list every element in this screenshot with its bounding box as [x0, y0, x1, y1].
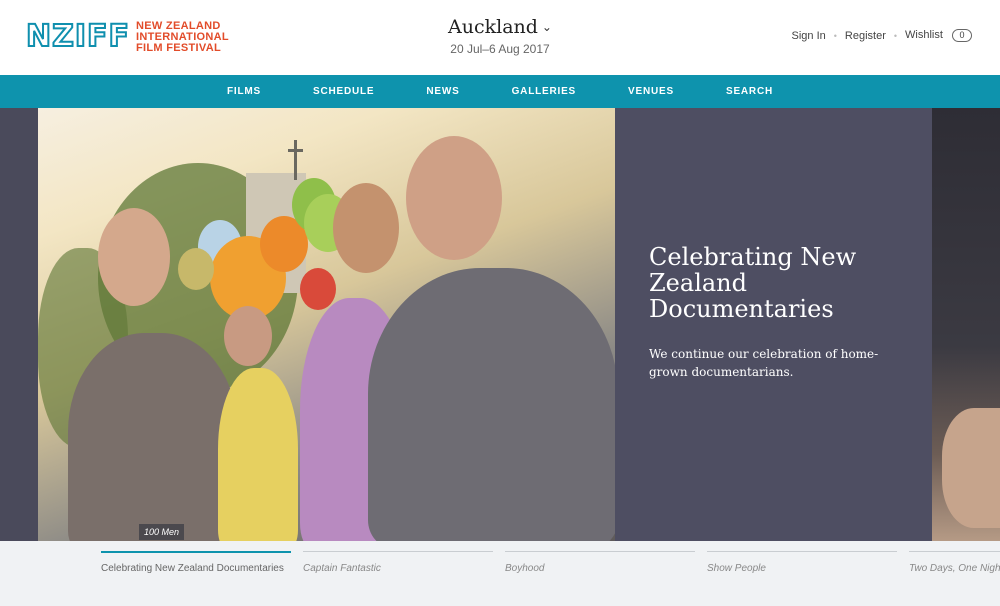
- wishlist-link[interactable]: Wishlist 0: [905, 29, 972, 42]
- hero-text-panel[interactable]: Celebrating New Zealand Documentaries We…: [615, 108, 932, 541]
- separator-dot: •: [893, 30, 898, 41]
- photo-caption: 100 Men: [139, 524, 185, 540]
- photo-person: [368, 268, 615, 541]
- slide-tab-boyhood[interactable]: Boyhood: [505, 551, 695, 575]
- nav-films[interactable]: FILMS: [227, 86, 261, 97]
- separator-dot: •: [833, 30, 837, 41]
- wishlist-count-badge: 0: [952, 29, 972, 42]
- nav-news[interactable]: NEWS: [426, 86, 459, 97]
- slide-tabs: Celebrating New Zealand Documentaries Ca…: [0, 541, 1000, 606]
- previous-slide-edge[interactable]: [0, 108, 38, 541]
- nav-galleries[interactable]: GALLERIES: [512, 86, 576, 97]
- nav-schedule[interactable]: SCHEDULE: [313, 86, 374, 97]
- photo-person-head: [98, 208, 170, 306]
- nav-search[interactable]: SEARCH: [726, 86, 773, 97]
- hero-title: Celebrating New Zealand Documentaries: [649, 243, 857, 323]
- photo-balloon: [178, 248, 214, 290]
- photo-person: [68, 333, 238, 541]
- hero-photo[interactable]: 100 Men: [38, 108, 615, 541]
- wishlist-label: Wishlist: [905, 29, 943, 41]
- site-header: NZIFF NEW ZEALAND INTERNATIONAL FILM FES…: [0, 0, 1000, 75]
- photo-balloon: [300, 268, 336, 310]
- photo-person-head: [406, 136, 502, 260]
- nav-venues[interactable]: VENUES: [628, 86, 674, 97]
- hero-carousel: 100 Men Celebrating New Zealand Document…: [0, 108, 1000, 541]
- slide-tab-documentaries[interactable]: Celebrating New Zealand Documentaries: [101, 551, 291, 575]
- next-slide-face: [942, 408, 1000, 528]
- account-links: Sign In • Register • Wishlist 0: [792, 29, 972, 42]
- festival-dates: 20 Jul–6 Aug 2017: [450, 42, 550, 56]
- photo-person: [218, 368, 298, 541]
- city-name: Auckland: [448, 16, 538, 38]
- chevron-down-icon: ⌄: [541, 20, 552, 34]
- slide-tab-captain-fantastic[interactable]: Captain Fantastic: [303, 551, 493, 575]
- next-slide-preview[interactable]: [932, 108, 1000, 541]
- slide-tab-show-people[interactable]: Show People: [707, 551, 897, 575]
- photo-person-head: [224, 306, 272, 366]
- hero-subtitle: We continue our celebration of home-grow…: [649, 347, 879, 379]
- slide-tab-two-days-one-night[interactable]: Two Days, One Night: [909, 551, 1000, 575]
- photo-cross: [288, 140, 303, 180]
- city-dropdown[interactable]: Auckland ⌄: [448, 16, 552, 38]
- sign-in-link[interactable]: Sign In: [792, 30, 826, 42]
- main-nav: FILMS SCHEDULE NEWS GALLERIES VENUES SEA…: [0, 75, 1000, 108]
- register-link[interactable]: Register: [845, 30, 886, 42]
- photo-person-head: [333, 183, 399, 273]
